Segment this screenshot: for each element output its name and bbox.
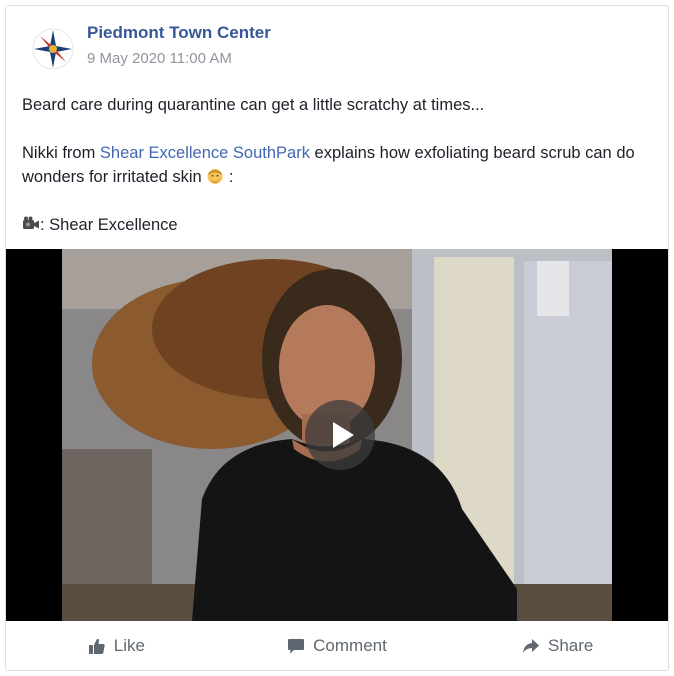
like-button[interactable]: Like bbox=[6, 621, 227, 670]
post-timestamp[interactable]: 9 May 2020 11:00 AM bbox=[87, 50, 232, 67]
thumbs-up-icon bbox=[88, 638, 105, 654]
post-line-2-prefix: Nikki from bbox=[22, 144, 100, 162]
like-label: Like bbox=[113, 635, 145, 655]
post-card: Piedmont Town Center 9 May 2020 11:00 AM… bbox=[5, 5, 669, 671]
comment-label: Comment bbox=[313, 635, 387, 655]
video-player[interactable] bbox=[6, 249, 668, 621]
shear-excellence-link[interactable]: Shear Excellence SouthPark bbox=[100, 144, 310, 162]
post-text: Beard care during quarantine can get a l… bbox=[22, 93, 662, 237]
video-camera-icon bbox=[23, 216, 39, 229]
share-label: Share bbox=[547, 635, 594, 655]
post-actions-bar: Like Comment Share bbox=[6, 621, 668, 670]
share-button[interactable]: Share bbox=[447, 621, 668, 670]
man-with-beard-emoji-icon bbox=[207, 169, 223, 184]
post-line-2: Nikki from Shear Excellence SouthPark ex… bbox=[22, 141, 662, 189]
post-credit-text: : Shear Excellence bbox=[40, 216, 178, 234]
play-icon bbox=[333, 422, 354, 448]
post-line-1: Beard care during quarantine can get a l… bbox=[22, 96, 485, 114]
comment-button[interactable]: Comment bbox=[227, 621, 448, 670]
play-button[interactable] bbox=[305, 400, 375, 470]
share-arrow-icon bbox=[522, 638, 539, 653]
page-avatar[interactable] bbox=[32, 28, 74, 70]
post-line-2-end: : bbox=[224, 168, 234, 186]
page-name[interactable]: Piedmont Town Center bbox=[87, 23, 271, 43]
post-credit: : Shear Excellence bbox=[22, 213, 662, 237]
speech-bubble-icon bbox=[288, 638, 305, 653]
